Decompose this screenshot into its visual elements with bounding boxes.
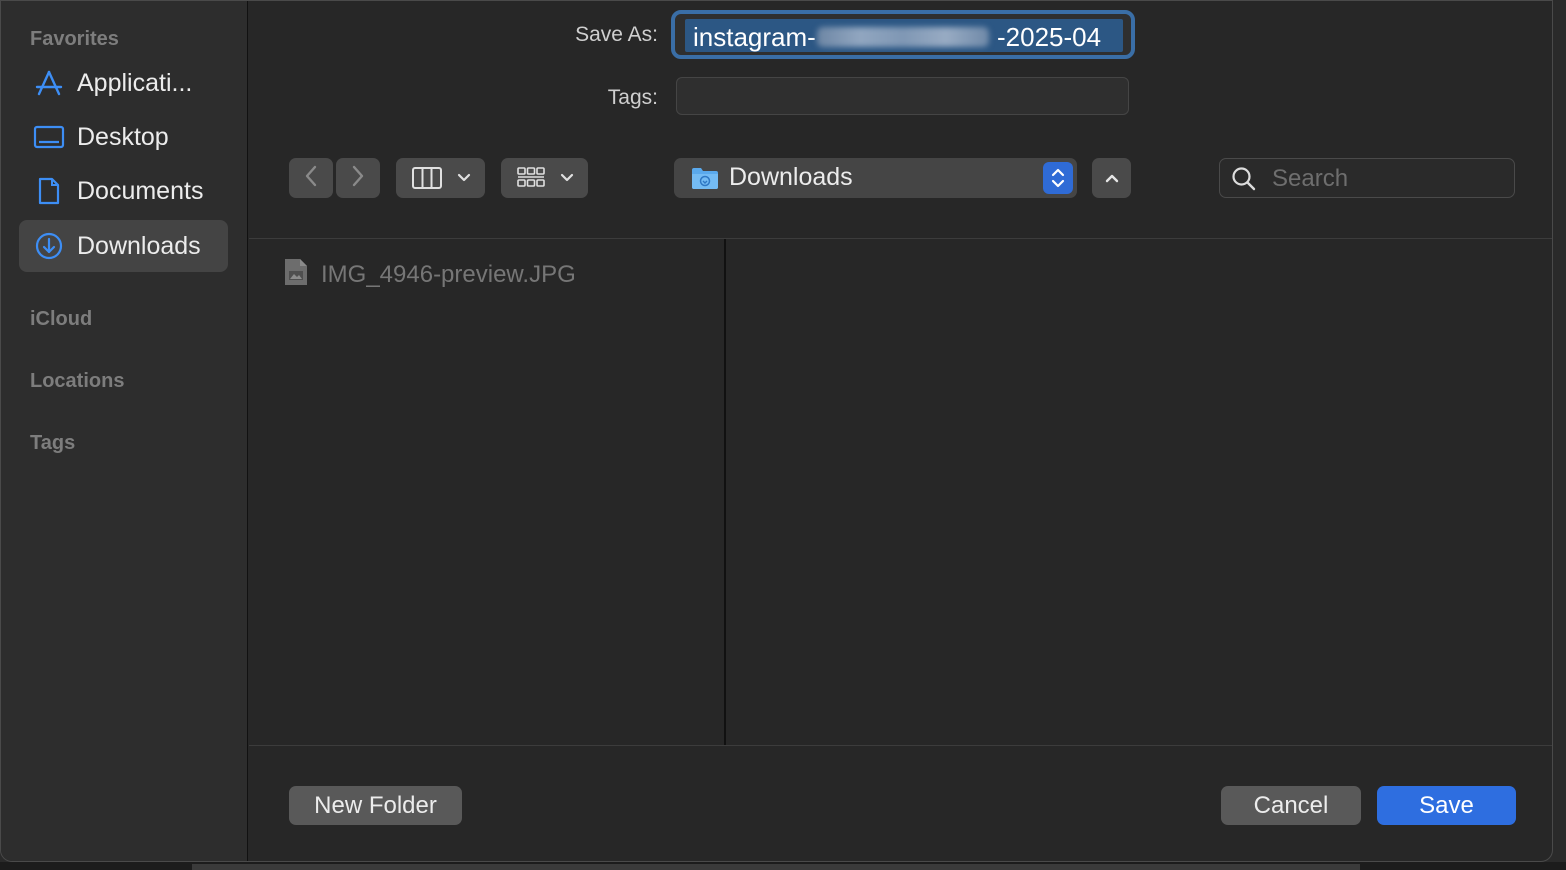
sidebar-item-label: Downloads (77, 231, 201, 260)
location-label: Downloads (729, 163, 853, 191)
redacted-text (817, 27, 989, 47)
file-item[interactable]: IMG_4946-preview.JPG (283, 257, 576, 292)
sidebar-item-applications[interactable]: Applicati... (19, 57, 228, 109)
sidebar-item-desktop[interactable]: Desktop (19, 111, 228, 163)
search-input[interactable] (1270, 162, 1504, 196)
grid-group-icon (516, 165, 546, 191)
downloads-icon (33, 230, 65, 262)
image-file-icon (283, 257, 309, 292)
sidebar-item-downloads[interactable]: Downloads (19, 220, 228, 272)
filename-prefix: instagram- (693, 22, 816, 52)
forward-button[interactable] (336, 158, 380, 198)
file-browser: IMG_4946-preview.JPG (249, 238, 1552, 746)
sidebar-item-label: Documents (77, 176, 204, 205)
save-as-field[interactable]: instagram- -2025-04 (671, 10, 1135, 59)
desktop-icon (33, 121, 65, 153)
location-popup[interactable]: Downloads (674, 158, 1077, 198)
column-divider[interactable] (724, 239, 726, 745)
sidebar-item-documents[interactable]: Documents (19, 165, 228, 217)
tags-field[interactable] (676, 77, 1129, 115)
cancel-button[interactable]: Cancel (1221, 786, 1361, 825)
background-bar (192, 864, 1360, 870)
tags-label: Tags: (607, 86, 658, 109)
view-mode-button[interactable] (396, 158, 485, 198)
search-field[interactable] (1219, 158, 1515, 198)
chevron-down-icon (457, 173, 471, 183)
new-folder-button[interactable]: New Folder (289, 786, 462, 825)
save-as-label: Save As: (575, 23, 658, 46)
documents-icon (33, 175, 65, 207)
back-button[interactable] (289, 158, 333, 198)
save-button[interactable]: Save (1377, 786, 1516, 825)
sidebar-section-tags[interactable]: Tags (30, 432, 75, 455)
folder-icon (690, 164, 720, 197)
sidebar-item-label: Applicati... (77, 68, 193, 97)
filename-suffix: -2025-04 (997, 22, 1102, 52)
text-selection: instagram- -2025-04 (685, 19, 1123, 52)
applications-icon (33, 67, 65, 99)
search-icon (1230, 165, 1258, 198)
file-name: IMG_4946-preview.JPG (321, 260, 576, 288)
chevron-down-icon (560, 173, 574, 183)
chevron-right-icon (350, 164, 366, 193)
sidebar-section-locations[interactable]: Locations (30, 370, 124, 393)
chevron-left-icon (303, 164, 319, 193)
sidebar-section-favorites[interactable]: Favorites (30, 28, 119, 51)
background-strip (0, 862, 1566, 870)
sidebar-section-icloud[interactable]: iCloud (30, 308, 92, 331)
sidebar: Favorites Applicati... Desktop Documents… (1, 1, 248, 861)
save-dialog: Favorites Applicati... Desktop Documents… (0, 0, 1553, 862)
up-down-chevron-icon (1043, 162, 1073, 194)
collapse-button[interactable] (1092, 158, 1131, 198)
group-button[interactable] (501, 158, 588, 198)
sidebar-item-label: Desktop (77, 122, 169, 151)
columns-view-icon (411, 165, 443, 191)
chevron-up-icon (1104, 172, 1120, 184)
